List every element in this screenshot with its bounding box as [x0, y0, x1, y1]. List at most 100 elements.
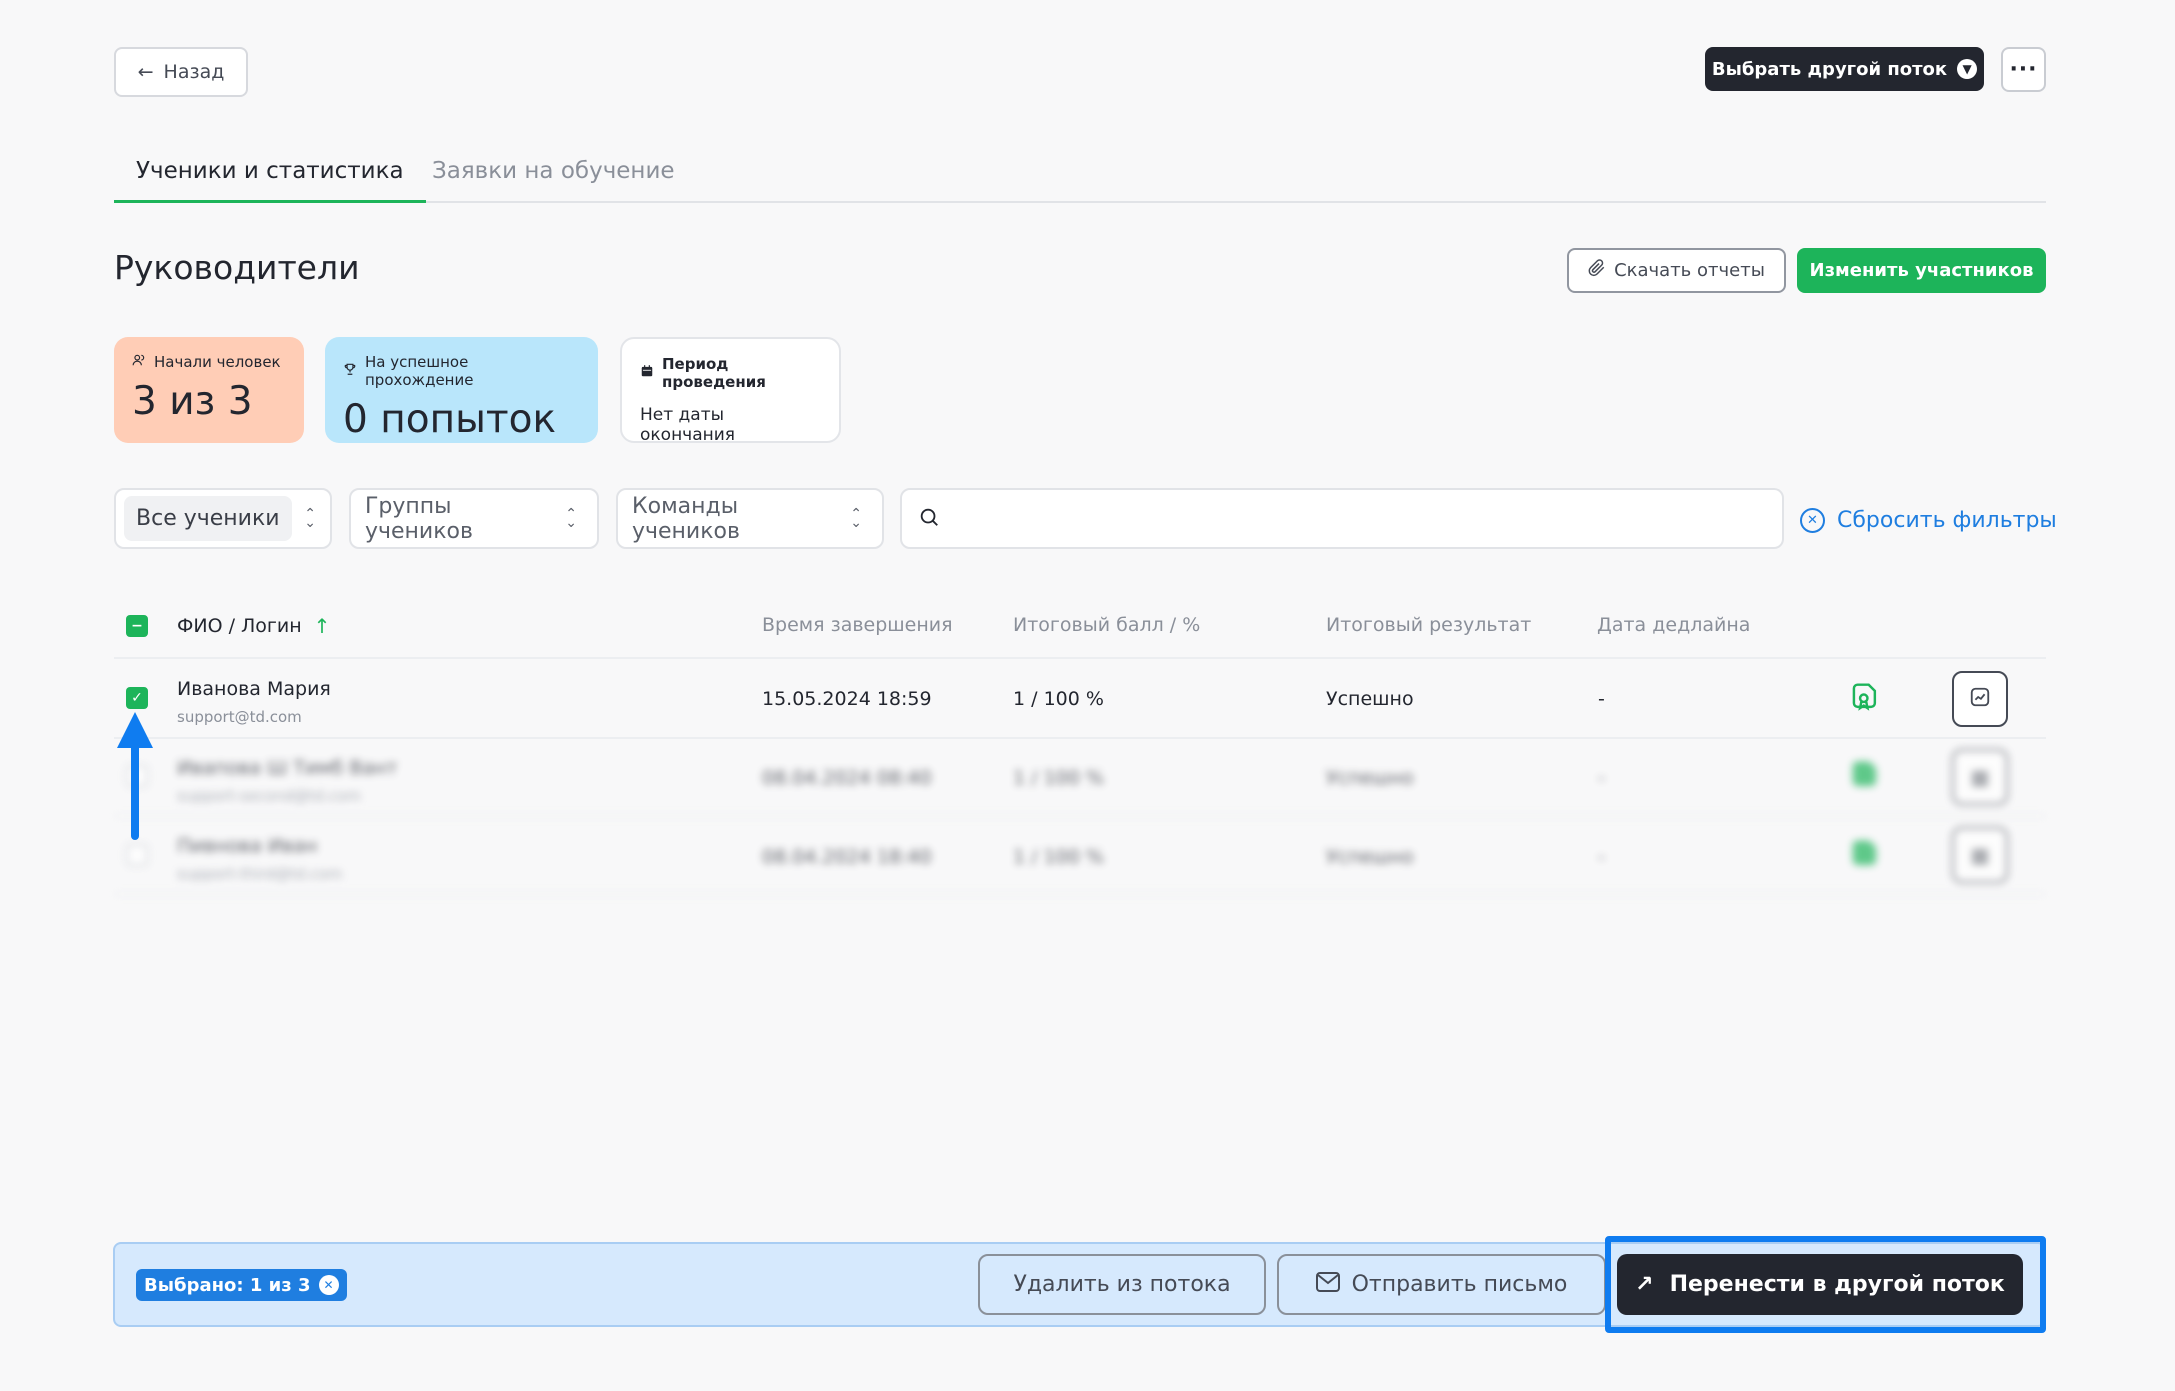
- paperclip-icon: [1588, 259, 1606, 282]
- groups-filter-select[interactable]: Группы учеников ⌃ ⌄: [349, 488, 599, 549]
- sort-arrow-up-icon: ↑: [313, 614, 331, 638]
- finish-time-cell: 15.05.2024 18:59: [762, 688, 932, 710]
- search-icon: [918, 506, 940, 532]
- result-cell: Успешно: [1326, 767, 1414, 789]
- sort-updown-icon: ⌃ ⌄: [850, 505, 862, 531]
- reset-filters-button[interactable]: ✕ Сбросить фильтры: [1800, 503, 2057, 537]
- stat-value: Нет даты окончания: [640, 405, 736, 445]
- chart-icon: ▦: [1970, 765, 1990, 789]
- certificate-icon[interactable]: [1850, 759, 1880, 798]
- tab-students-stats[interactable]: Ученики и статистика: [114, 158, 426, 203]
- users-icon: [132, 353, 146, 371]
- row-divider: [114, 815, 2046, 817]
- deadline-cell: -: [1598, 688, 1605, 710]
- finish-time-cell: 08.04.2024 18:40: [762, 846, 932, 868]
- table-row: Пивнова Иван support-third@td.com: [177, 835, 342, 883]
- teams-filter-value: Команды учеников: [632, 493, 740, 544]
- column-header-score: Итоговый балл / %: [1013, 614, 1201, 636]
- tab-label: Заявки на обучение: [432, 158, 675, 184]
- students-filter-value: Все ученики: [124, 496, 292, 541]
- selected-count-badge[interactable]: Выбрано: 1 из 3 ✕: [136, 1269, 347, 1301]
- download-label: Скачать отчеты: [1614, 260, 1765, 281]
- close-circle-icon: ✕: [1800, 507, 1825, 533]
- table-row: Иванова Мария support@td.com: [177, 678, 331, 726]
- student-login: support-second@td.com: [177, 787, 361, 805]
- row-divider: [114, 737, 2046, 739]
- sort-updown-icon: ⌃ ⌄: [304, 505, 316, 531]
- result-cell: Успешно: [1326, 846, 1414, 868]
- deadline-cell: -: [1598, 846, 1605, 868]
- student-name: Иванова Мария: [177, 678, 331, 700]
- remove-label: Удалить из потока: [1013, 1272, 1231, 1297]
- mail-label: Отправить письмо: [1351, 1272, 1568, 1297]
- stat-card-attempts: На успешное прохождение 0 попыток: [325, 337, 598, 443]
- row-checkbox[interactable]: [126, 844, 148, 866]
- change-label: Изменить участников: [1809, 260, 2034, 281]
- transfer-to-stream-button[interactable]: ↗ Перенести в другой поток: [1617, 1254, 2023, 1315]
- student-login: support@td.com: [177, 708, 302, 726]
- column-label: ФИО / Логин: [177, 615, 302, 637]
- download-reports-button[interactable]: Скачать отчеты: [1567, 248, 1786, 293]
- deadline-cell: -: [1598, 767, 1605, 789]
- statistics-button[interactable]: [1952, 671, 2008, 727]
- tab-applications[interactable]: Заявки на обучение: [410, 158, 697, 203]
- score-cell: 1 / 100 %: [1013, 767, 1104, 789]
- finish-time-cell: 08.04.2024 08:40: [762, 767, 932, 789]
- groups-filter-value: Группы учеников: [365, 493, 473, 544]
- calendar-icon: [640, 364, 654, 382]
- chart-icon: ▦: [1970, 843, 1990, 867]
- search-input[interactable]: [900, 488, 1784, 549]
- more-options-button[interactable]: ···: [2001, 47, 2046, 92]
- students-filter-select[interactable]: Все ученики ⌃ ⌄: [114, 488, 332, 549]
- student-name: Ивапова Ш Тимб Вант: [177, 757, 398, 779]
- stat-label: На успешное прохождение: [365, 353, 474, 389]
- stat-value: 0 попыток: [343, 397, 556, 442]
- annotation-arrow-up-icon: [116, 712, 154, 846]
- transfer-label: Перенести в другой поток: [1669, 1272, 2005, 1297]
- back-label: Назад: [163, 61, 225, 83]
- table-header-divider: [114, 657, 2046, 659]
- column-header-deadline: Дата дедлайна: [1597, 614, 1751, 636]
- sort-updown-icon: ⌃ ⌄: [565, 505, 577, 531]
- result-cell: Успешно: [1326, 688, 1414, 710]
- selected-count-label: Выбрано: 1 из 3: [144, 1274, 311, 1296]
- certificate-icon[interactable]: [1850, 838, 1880, 877]
- row-checkbox[interactable]: ✓: [126, 687, 148, 709]
- minus-icon: −: [131, 618, 143, 634]
- score-cell: 1 / 100 %: [1013, 688, 1104, 710]
- mail-icon: [1315, 1271, 1340, 1298]
- page-title: Руководители: [114, 248, 360, 287]
- statistics-button[interactable]: ▦: [1952, 749, 2008, 805]
- statistics-button[interactable]: ▦: [1952, 827, 2008, 883]
- table-row: Ивапова Ш Тимб Вант support-second@td.co…: [177, 757, 398, 805]
- chevron-down-icon: ▼: [1957, 59, 1978, 79]
- send-email-button[interactable]: Отправить письмо: [1277, 1254, 1606, 1315]
- arrow-up-right-icon: ↗: [1635, 1272, 1654, 1297]
- close-icon[interactable]: ✕: [318, 1275, 339, 1295]
- change-participants-button[interactable]: Изменить участников: [1797, 248, 2046, 293]
- tab-label: Ученики и статистика: [136, 158, 404, 184]
- select-all-checkbox[interactable]: −: [126, 615, 148, 637]
- column-header-finish-time: Время завершения: [762, 614, 953, 636]
- remove-from-stream-button[interactable]: Удалить из потока: [978, 1254, 1266, 1315]
- stat-card-started: Начали человек 3 из 3: [114, 337, 304, 443]
- choose-stream-button[interactable]: Выбрать другой поток ▼: [1705, 47, 1984, 91]
- ellipsis-icon: ···: [2009, 57, 2038, 82]
- stat-label: Начали человек: [154, 353, 281, 371]
- stat-label: Период проведения: [662, 355, 766, 391]
- student-login: support-third@td.com: [177, 865, 343, 883]
- back-button[interactable]: ← Назад: [114, 47, 248, 97]
- stat-card-period: Период проведения Нет даты окончания: [620, 337, 841, 445]
- student-name: Пивнова Иван: [177, 835, 318, 857]
- stat-value: 3 из 3: [132, 379, 253, 424]
- column-header-fio[interactable]: ФИО / Логин ↑: [177, 614, 330, 638]
- teams-filter-select[interactable]: Команды учеников ⌃ ⌄: [616, 488, 884, 549]
- row-divider: [114, 893, 2046, 895]
- chart-icon: [1969, 686, 1991, 713]
- check-icon: ✓: [131, 690, 143, 706]
- arrow-left-icon: ←: [137, 61, 154, 83]
- reset-label: Сбросить фильтры: [1837, 507, 2057, 533]
- certificate-icon[interactable]: [1850, 681, 1880, 720]
- score-cell: 1 / 100 %: [1013, 846, 1104, 868]
- choose-stream-label: Выбрать другой поток: [1711, 58, 1948, 80]
